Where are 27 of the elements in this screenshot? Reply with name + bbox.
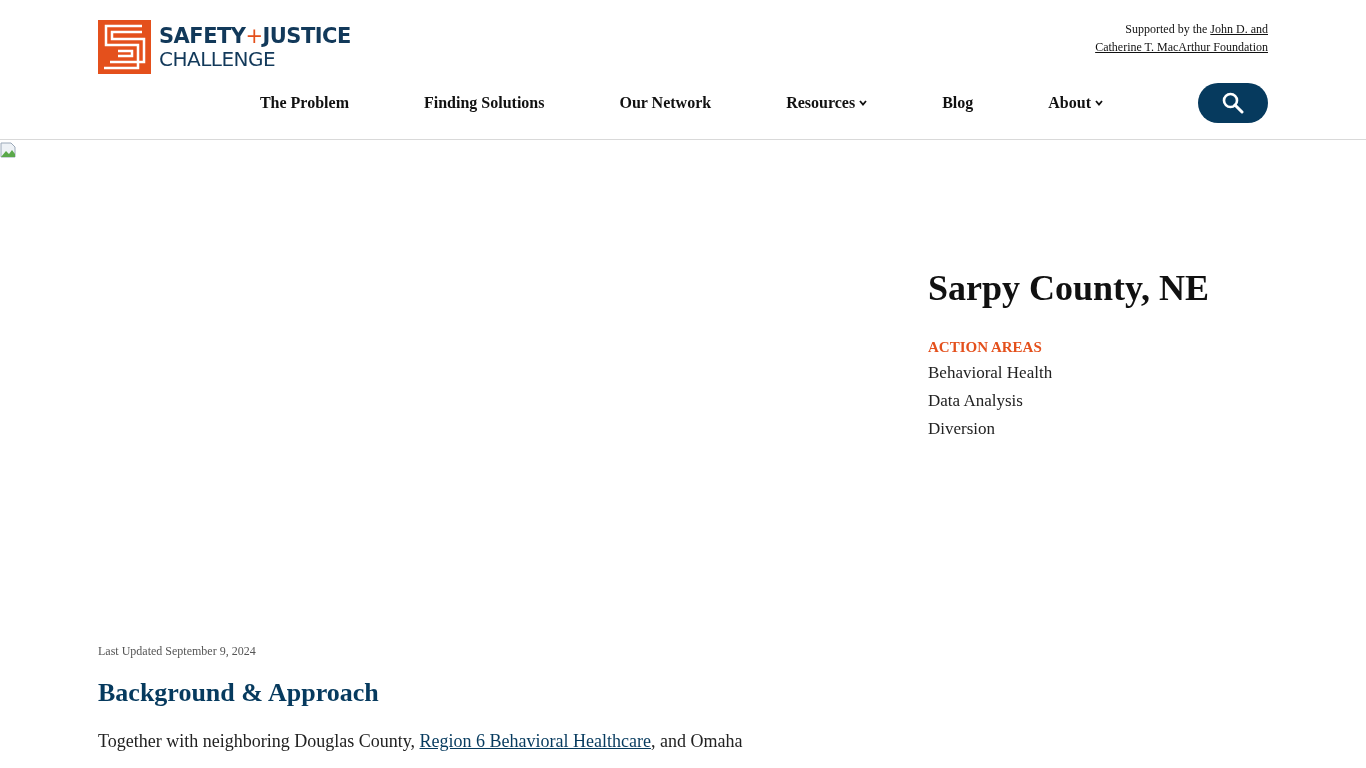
body-paragraph: Together with neighboring Douglas County, Region 6 Behavioral Healthcare, and Omaha bbox=[98, 730, 744, 753]
region-link[interactable]: Region 6 Behavioral Healthcare bbox=[419, 731, 651, 751]
maze-logo-icon bbox=[98, 20, 151, 74]
search-icon bbox=[1222, 92, 1244, 114]
search-button[interactable] bbox=[1198, 83, 1268, 123]
nav-link[interactable]: Blog bbox=[942, 91, 974, 115]
section-heading: Background & Approach bbox=[98, 680, 380, 706]
logo-wordmark: SAFETY+JUSTICE bbox=[159, 25, 351, 47]
foundation-link[interactable]: Catherine T. MacArthur Foundation bbox=[1095, 40, 1268, 54]
nav-link[interactable]: The Problem bbox=[259, 91, 349, 115]
nav-link[interactable]: Our Network bbox=[619, 91, 712, 115]
broken-image-icon bbox=[0, 142, 16, 158]
nav-link[interactable]: Finding Solutions bbox=[423, 91, 545, 115]
nav-link[interactable]: About bbox=[1048, 91, 1103, 115]
foundation-link[interactable]: John D. and bbox=[1210, 22, 1268, 36]
chevron-down-icon bbox=[859, 100, 868, 106]
action-area-item: Data Analysis bbox=[928, 389, 1024, 412]
action-area-item: Behavioral Health bbox=[928, 361, 1054, 384]
last-updated-text: Last Updated September 9, 2024 bbox=[98, 643, 257, 660]
logo-subtitle: CHALLENGE bbox=[159, 48, 276, 69]
chevron-down-icon bbox=[1095, 100, 1103, 106]
action-areas-heading: ACTION AREAS bbox=[928, 338, 1043, 357]
support-text: Supported by the bbox=[1125, 22, 1209, 36]
nav-link[interactable]: Resources bbox=[786, 91, 868, 115]
county-title: Sarpy County, NE bbox=[928, 270, 1210, 306]
action-area-item: Diversion bbox=[928, 417, 997, 440]
site-logo[interactable]: SAFETY+JUSTICE CHALLENGE bbox=[98, 20, 351, 74]
